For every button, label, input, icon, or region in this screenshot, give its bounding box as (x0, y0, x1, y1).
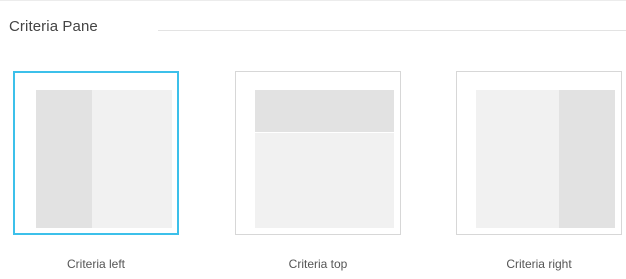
layout-thumbnail-criteria-left[interactable] (13, 71, 179, 235)
option-criteria-top[interactable]: Criteria top (235, 71, 401, 271)
layout-thumbnail-criteria-top[interactable] (235, 71, 401, 235)
region-divider (255, 132, 394, 133)
option-label-criteria-right[interactable]: Criteria right (456, 257, 622, 271)
criteria-region-right (559, 90, 615, 228)
option-criteria-right[interactable]: Criteria right (456, 71, 622, 271)
layout-preview-canvas (36, 90, 172, 228)
option-criteria-left[interactable]: Criteria left (13, 71, 179, 271)
criteria-pane-settings: Criteria Pane Criteria left Criteria top… (0, 0, 626, 279)
option-label-criteria-left[interactable]: Criteria left (13, 257, 179, 271)
section-title: Criteria Pane (9, 18, 98, 35)
criteria-region-top (255, 90, 394, 132)
layout-preview-canvas (255, 90, 394, 228)
option-label-criteria-top[interactable]: Criteria top (235, 257, 401, 271)
layout-preview-canvas (476, 90, 615, 228)
section-divider (158, 30, 626, 31)
layout-thumbnail-criteria-right[interactable] (456, 71, 622, 235)
section-header: Criteria Pane (0, 1, 626, 57)
criteria-region-left (36, 90, 92, 228)
